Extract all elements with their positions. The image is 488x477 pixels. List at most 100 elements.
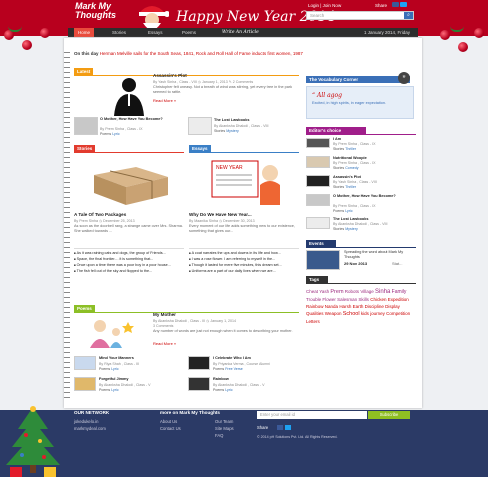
search-icon[interactable]: ⌕ [404, 12, 413, 19]
list-item[interactable]: Though it lasted for mere five minutes, … [189, 263, 299, 268]
twitter-icon[interactable] [400, 2, 407, 7]
list-item[interactable]: I was a rose flower. I am referring to m… [189, 257, 299, 262]
editor-item-title[interactable]: O Mother, How Have You Become? [333, 194, 413, 199]
tag-link[interactable]: Earth [353, 304, 364, 309]
facebook-icon[interactable] [392, 2, 399, 7]
poems-comments[interactable]: 3 Comments [153, 324, 173, 328]
event-thumbnail[interactable] [306, 250, 340, 270]
essays-list: A coat narrates the ups and downs in its… [189, 251, 299, 275]
tag-link[interactable]: Skills [358, 297, 369, 302]
list-item[interactable]: Once upon a time there was a poor boy in… [74, 263, 184, 268]
current-date: 1 January 2014, Friday [363, 30, 410, 35]
nav-poems[interactable]: Poems [178, 28, 200, 37]
tag-link[interactable]: Cheat [306, 289, 318, 294]
tag-link[interactable]: Weapon [325, 311, 342, 316]
read-more-link[interactable]: Read More » [153, 341, 176, 346]
list-item[interactable]: Uniforms are a part of our daily lives w… [189, 269, 299, 274]
tag-link[interactable]: School [343, 311, 360, 317]
poem-thumbnail[interactable] [188, 356, 210, 370]
event-text[interactable]: Spreading the word about Mark My Thought… [344, 250, 416, 260]
login-join-links[interactable]: Login | Join Now [308, 3, 341, 8]
list-item[interactable]: A coat narrates the ups and downs in its… [189, 251, 299, 256]
footer-link[interactable]: jokedukelo.in [74, 419, 98, 424]
twitter-icon[interactable] [285, 425, 291, 430]
tab-essays[interactable]: Essays [189, 145, 211, 152]
tag-link[interactable]: Expedition [388, 297, 409, 302]
stories-title[interactable]: A Tale Of Two Packages [74, 212, 126, 217]
editor-thumbnail[interactable] [306, 138, 330, 148]
poem-thumbnail[interactable] [74, 356, 96, 370]
editor-thumbnail[interactable] [306, 194, 330, 206]
tag-link[interactable]: Chicken [370, 297, 386, 302]
tag-link[interactable]: Rainbow [306, 304, 324, 309]
list-item[interactable]: Space, the final frontier.... it is some… [74, 257, 184, 262]
tag-link[interactable]: kids [361, 311, 369, 316]
latest-item-title[interactable]: The Lost Lawbooks [214, 118, 249, 122]
editor-item-title[interactable]: Nutritional Woopie [333, 156, 367, 160]
write-article-link[interactable]: Write An Article [218, 28, 263, 37]
tag-link[interactable]: journey [370, 311, 385, 316]
editor-thumbnail[interactable] [306, 217, 330, 229]
tag-link[interactable]: Trouble [306, 297, 321, 302]
nav-home[interactable]: Home [74, 28, 95, 37]
footer-link[interactable]: markmydeal.com [74, 426, 106, 431]
tab-stories[interactable]: Stories [74, 145, 96, 152]
essays-title[interactable]: Why Do We Have New Year... [189, 212, 252, 217]
nav-essays[interactable]: Essays [144, 28, 167, 37]
tag-link[interactable]: Harsh [339, 304, 351, 309]
featured-title[interactable]: Assassin's Plot [153, 73, 187, 78]
tag-link[interactable]: Discipline [365, 304, 384, 309]
tag-link[interactable]: Family [392, 289, 407, 295]
poem-list-title[interactable]: Rainbow [213, 377, 229, 381]
tag-cloud: Cheat Yash Prem Robots Village Sinha Fam… [306, 288, 416, 325]
latest-item-meta: By Akanksha Dhalodi , Class - VIII [214, 124, 269, 128]
tag-link[interactable]: Robots [345, 289, 359, 294]
newsletter-email-input[interactable]: Enter your email id [257, 411, 367, 419]
editor-item-title[interactable]: The Lost Lawbooks [333, 217, 368, 221]
vocab-definition: Excited, in high spirits, in eager expec… [312, 101, 387, 105]
read-more-link[interactable]: Read More » [153, 98, 176, 103]
list-item[interactable]: As it was raining cats and dogs, the gro… [74, 251, 184, 256]
tab-latest[interactable]: Latest [74, 68, 94, 75]
tag-link[interactable]: Display [385, 304, 400, 309]
on-this-day-text[interactable]: Herman Melville sails for the South Seas… [100, 51, 303, 56]
tag-link[interactable]: Yash [319, 289, 329, 294]
footer-more-title: more on Mark My Thoughts [160, 410, 220, 415]
tag-link[interactable]: Qualities [306, 311, 324, 316]
facebook-icon[interactable] [277, 425, 283, 430]
poem-list-title[interactable]: Mind Your Manners [99, 356, 134, 360]
story-thumbnail[interactable] [188, 117, 212, 135]
footer-link-about[interactable]: About Us [160, 419, 177, 424]
footer-link-contact[interactable]: Contact Us [160, 426, 181, 431]
nav-stories[interactable]: Stories [108, 28, 130, 37]
footer-link-faq[interactable]: FAQ [215, 433, 223, 438]
poem-thumbnail[interactable] [188, 377, 210, 391]
list-item[interactable]: The fish fell out of the sky and flopped… [74, 269, 184, 274]
editor-item-title[interactable]: Assassin's Plot [333, 175, 361, 179]
poem-list-title[interactable]: I Celebrate Who I Am [213, 356, 251, 360]
search-input[interactable]: Search [306, 11, 414, 20]
tag-link[interactable]: Sinha [375, 289, 390, 295]
tag-link[interactable]: Salesman [337, 297, 357, 302]
tag-link[interactable]: Prem [330, 289, 343, 295]
poem-list-title[interactable]: Forgetful Jimmy [99, 377, 129, 381]
poem-list-cat: Poems Lyric [99, 388, 119, 392]
editor-thumbnail[interactable] [306, 156, 330, 168]
event-more[interactable]: Stat... [392, 261, 402, 266]
site-logo[interactable]: Mark My Thoughts [75, 2, 125, 26]
poems-title[interactable]: My Mother [153, 312, 176, 317]
story-thumbnail[interactable] [74, 117, 98, 135]
poem-thumbnail[interactable] [74, 377, 96, 391]
editor-thumbnail[interactable] [306, 175, 330, 187]
tag-link[interactable]: Competition [386, 311, 410, 316]
tag-link[interactable]: Nanda [325, 304, 338, 309]
tag-link[interactable]: Flower [322, 297, 336, 302]
tab-poems[interactable]: Poems [74, 305, 95, 312]
tag-link[interactable]: Letters [306, 319, 320, 324]
footer-link-team[interactable]: Our Team [215, 419, 233, 424]
editor-item-title[interactable]: I Am [333, 137, 341, 141]
latest-item-title[interactable]: O Mother, How Have You Become? [100, 117, 178, 122]
footer-link-sitemap[interactable]: Site Maps [215, 426, 234, 431]
subscribe-button[interactable]: Subscribe [368, 411, 410, 419]
tag-link[interactable]: Village [360, 289, 373, 294]
